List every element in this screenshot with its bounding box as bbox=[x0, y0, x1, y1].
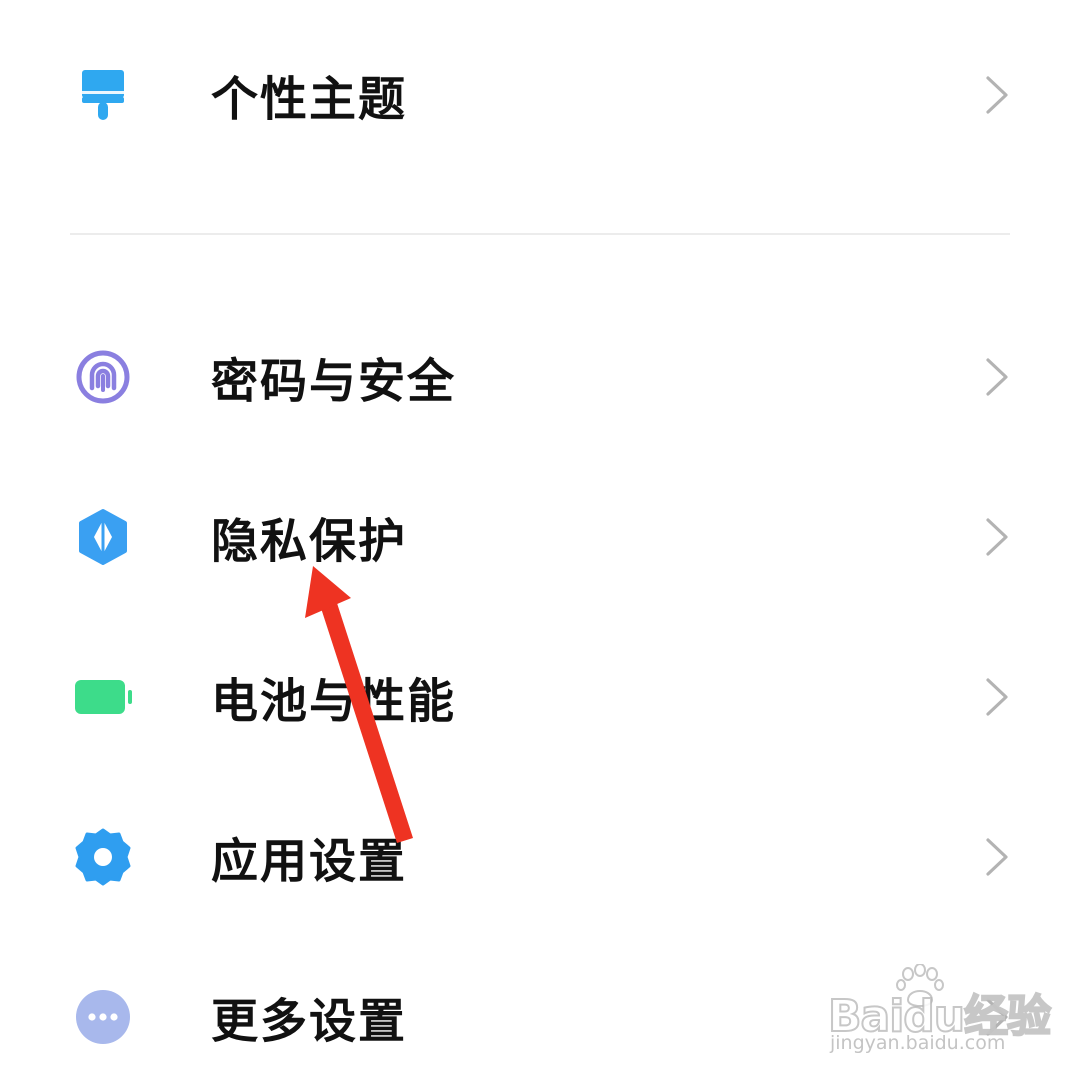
chevron-right-icon bbox=[982, 357, 1012, 397]
paintbrush-icon bbox=[74, 66, 132, 124]
chevron-right-icon bbox=[982, 75, 1012, 115]
settings-item-personal-theme[interactable]: 个性主题 bbox=[0, 20, 1080, 170]
section-divider bbox=[70, 233, 1010, 235]
watermark-url: jingyan.baidu.com bbox=[830, 1032, 1006, 1054]
settings-item-label: 隐私保护 bbox=[211, 514, 407, 570]
chevron-right-icon bbox=[982, 837, 1012, 877]
privacy-shield-icon bbox=[74, 508, 132, 566]
chevron-right-icon bbox=[982, 517, 1012, 557]
settings-item-app-settings[interactable]: 应用设置 bbox=[0, 782, 1080, 932]
settings-item-label: 电池与性能 bbox=[211, 674, 456, 730]
settings-screen: 个性主题 密码与安全 隐私保护 电池与性能 应用设置 更多设置 Baidu经验 … bbox=[0, 0, 1080, 1080]
chevron-right-icon bbox=[982, 677, 1012, 717]
settings-item-label: 更多设置 bbox=[211, 994, 407, 1050]
battery-icon bbox=[74, 668, 132, 726]
settings-item-label: 密码与安全 bbox=[211, 354, 456, 410]
settings-item-privacy[interactable]: 隐私保护 bbox=[0, 462, 1080, 612]
watermark: Baidu经验 jingyan.baidu.com bbox=[827, 962, 1052, 1062]
gear-icon bbox=[74, 828, 132, 886]
settings-item-label: 应用设置 bbox=[211, 834, 407, 890]
fingerprint-icon bbox=[74, 348, 132, 406]
settings-item-label: 个性主题 bbox=[211, 72, 407, 128]
settings-item-battery-performance[interactable]: 电池与性能 bbox=[0, 622, 1080, 772]
settings-item-password-security[interactable]: 密码与安全 bbox=[0, 302, 1080, 452]
more-dots-icon bbox=[74, 988, 132, 1046]
